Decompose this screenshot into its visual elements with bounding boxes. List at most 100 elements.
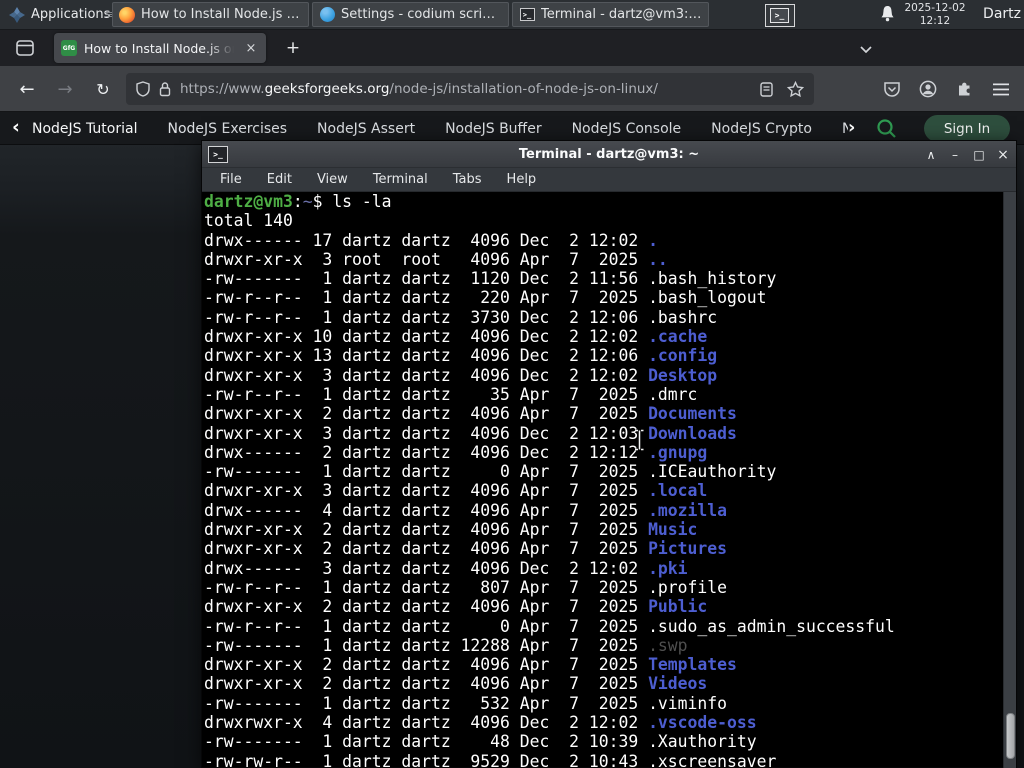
taskbar-window-firefox[interactable]: How to Install Node.js o... (112, 2, 309, 27)
sign-in-button[interactable]: Sign In (924, 115, 1010, 142)
ls-entry: drwxr-xr-x 3 dartz dartz 4096 Dec 2 12:0… (204, 423, 737, 443)
ls-entry: drwxr-xr-x 2 dartz dartz 4096 Apr 7 2025… (204, 520, 698, 540)
terminal-titlebar[interactable]: >_ Terminal - dartz@vm3: ~ ∧ – □ × (202, 141, 1016, 168)
back-button[interactable]: ← (12, 74, 42, 104)
ls-entry: drwx------ 3 dartz dartz 4096 Dec 2 12:0… (204, 558, 688, 578)
reader-view-icon[interactable] (760, 81, 773, 97)
ls-entry: -rw------- 1 dartz dartz 1120 Dec 2 11:5… (204, 269, 777, 289)
terminal-menubar: File Edit View Terminal Tabs Help (202, 168, 1016, 192)
geeksforgeeks-favicon: GfG (61, 40, 77, 56)
terminal-maximize-button[interactable]: □ (971, 148, 987, 162)
account-icon[interactable] (915, 76, 941, 102)
ls-entry: -rw-r--r-- 1 dartz dartz 35 Apr 7 2025 .… (204, 384, 698, 404)
applications-logo-icon (9, 6, 25, 23)
ls-entry: drwxr-xr-x 13 dartz dartz 4096 Dec 2 12:… (204, 346, 718, 366)
tracking-shield-icon[interactable] (136, 81, 150, 97)
terminal-scrollbar[interactable] (1003, 192, 1016, 768)
ls-entry: -rw-r--r-- 1 dartz dartz 3730 Dec 2 12:0… (204, 307, 718, 327)
terminal-menu-tabs[interactable]: Tabs (453, 172, 482, 187)
taskbar-window-label: Terminal - dartz@vm3: ~ (541, 7, 702, 22)
ls-entry: -rw------- 1 dartz dartz 0 Apr 7 2025 .I… (204, 462, 777, 482)
browser-tab[interactable]: GfG How to Install Node.js on × (54, 33, 266, 63)
hamburger-menu-icon[interactable] (988, 76, 1014, 102)
ls-entry: drwxr-xr-x 3 dartz dartz 4096 Dec 2 12:0… (204, 365, 718, 385)
nav-link-4[interactable]: NodeJS Crypto (711, 121, 812, 137)
taskbar-window-terminal[interactable]: >_ Terminal - dartz@vm3: ~ (512, 2, 709, 27)
nav-scroll-right-chevron[interactable]: › (848, 117, 855, 138)
ls-entry: drwxr-xr-x 10 dartz dartz 4096 Dec 2 12:… (204, 327, 708, 347)
ls-entry: -rw-r--r-- 1 dartz dartz 0 Apr 7 2025 .s… (204, 616, 895, 636)
terminal-menu-edit[interactable]: Edit (267, 172, 292, 187)
applications-menu-button[interactable]: Applications (2, 1, 117, 28)
firefox-view-icon (16, 40, 34, 56)
taskbar-grip: ≡ (104, 8, 113, 21)
chevron-down-icon (860, 45, 872, 53)
ls-entry: drwx------ 2 dartz dartz 4096 Dec 2 12:1… (204, 442, 708, 462)
terminal-menu-file[interactable]: File (220, 172, 242, 187)
terminal-close-button[interactable]: × (995, 147, 1011, 163)
top-panel: Applications ≡ How to Install Node.js o.… (0, 0, 1024, 30)
ls-entry: -rw-r--r-- 1 dartz dartz 220 Apr 7 2025 … (204, 288, 767, 308)
site-search-button[interactable] (876, 118, 897, 139)
notification-bell-icon[interactable] (880, 5, 895, 22)
taskbar: How to Install Node.js o... Settings - co… (112, 2, 709, 28)
nav-link-tutorial[interactable]: NodeJS Tutorial (32, 121, 137, 137)
terminal-minimize-button[interactable]: – (947, 148, 963, 162)
terminal-menu-terminal[interactable]: Terminal (373, 172, 428, 187)
taskbar-window-vscodium[interactable]: Settings - codium script... (312, 2, 509, 27)
terminal-icon: >_ (519, 7, 535, 23)
ls-entry: drwxr-xr-x 3 dartz dartz 4096 Apr 7 2025… (204, 481, 708, 501)
tab-title: How to Install Node.js on (84, 40, 234, 56)
ls-entry: -rw------- 1 dartz dartz 48 Dec 2 10:39 … (204, 732, 757, 752)
browser-toolbar: ← → ↻ https://www.geeksforgeeks.org/node… (0, 66, 1024, 112)
nav-link-1[interactable]: NodeJS Assert (317, 121, 415, 137)
user-menu[interactable]: Dartz (983, 6, 1021, 22)
ls-entry: drwxr-xr-x 2 dartz dartz 4096 Apr 7 2025… (204, 655, 737, 675)
clock-date: 2025-12-02 (904, 2, 966, 14)
nav-link-2[interactable]: NodeJS Buffer (445, 121, 542, 137)
terminal-output[interactable]: dartz@vm3:~$ ls -la total 140 drwx------ 1… (202, 192, 1003, 767)
nav-scroll-left-chevron[interactable]: ‹ (12, 116, 20, 138)
firefox-view-button[interactable] (10, 34, 40, 62)
taskbar-window-label: Settings - codium script... (341, 7, 502, 22)
terminal-menu-help[interactable]: Help (507, 172, 537, 187)
ls-entry: -rw-rw-r-- 1 dartz dartz 9529 Dec 2 10:4… (204, 751, 777, 767)
terminal-shade-button[interactable]: ∧ (923, 148, 939, 162)
tray-terminal-button[interactable]: >_ (757, 2, 803, 28)
nav-link-0[interactable]: NodeJS Exercises (167, 121, 287, 137)
ls-entry: -rw------- 1 dartz dartz 532 Apr 7 2025 … (204, 693, 728, 713)
taskbar-window-label: How to Install Node.js o... (141, 7, 302, 22)
search-icon (877, 119, 896, 138)
tab-close-icon[interactable]: × (243, 41, 259, 56)
text-cursor (633, 428, 646, 452)
terminal-window: >_ Terminal - dartz@vm3: ~ ∧ – □ × File E… (201, 140, 1017, 768)
browser-tab-strip: GfG How to Install Node.js on × + – ❐ × (0, 30, 1024, 87)
ls-entry: drwxr-xr-x 2 dartz dartz 4096 Apr 7 2025… (204, 404, 737, 424)
lock-icon[interactable] (159, 81, 171, 97)
vscodium-icon (319, 7, 335, 23)
clock[interactable]: 2025-12-02 12:12 (903, 2, 967, 27)
extensions-puzzle-icon[interactable] (951, 76, 977, 102)
ls-entry: drwxrwxr-x 4 dartz dartz 4096 Dec 2 12:0… (204, 713, 757, 733)
forward-button[interactable]: → (50, 74, 80, 104)
applications-label: Applications (31, 7, 111, 22)
url-text: https://www.geeksforgeeks.org/node-js/in… (180, 81, 658, 97)
firefox-icon (119, 6, 135, 23)
terminal-menu-view[interactable]: View (317, 172, 348, 187)
terminal-title: Terminal - dartz@vm3: ~ (518, 146, 700, 162)
url-bar[interactable]: https://www.geeksforgeeks.org/node-js/in… (126, 73, 814, 105)
list-all-tabs-button[interactable] (852, 38, 880, 60)
reload-button[interactable]: ↻ (88, 74, 118, 104)
terminal-tray-icon: >_ (765, 3, 795, 27)
ls-entry: drwx------ 17 dartz dartz 4096 Dec 2 12:… (204, 230, 658, 250)
bookmark-star-icon[interactable] (787, 81, 804, 97)
new-tab-button[interactable]: + (280, 35, 306, 61)
ls-entry: drwx------ 4 dartz dartz 4096 Apr 7 2025… (204, 500, 728, 520)
prompt-line: dartz@vm3:~$ ls -la (204, 192, 392, 211)
ls-entry: -rw------- 1 dartz dartz 12288 Apr 7 202… (204, 635, 688, 655)
pocket-save-icon[interactable] (879, 76, 905, 102)
scrollbar-thumb[interactable] (1006, 713, 1015, 759)
nav-link-3[interactable]: NodeJS Console (572, 121, 682, 137)
ls-entry: drwxr-xr-x 2 dartz dartz 4096 Apr 7 2025… (204, 597, 708, 617)
terminal-app-icon: >_ (208, 146, 228, 163)
